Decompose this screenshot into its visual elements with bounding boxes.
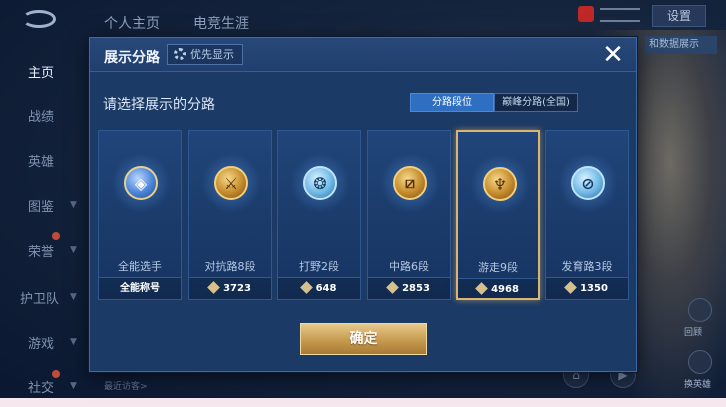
lane-points: 3723 — [223, 283, 251, 294]
points-icon — [207, 281, 220, 294]
priority-label: 优先显示 — [190, 48, 234, 61]
lane-name: 全能选手 — [118, 260, 162, 273]
lane-points: 2853 — [402, 283, 430, 294]
lane-name: 打野2段 — [299, 260, 339, 273]
display-lane-dialog: 展示分路 优先显示 ✕ 请选择展示的分路 分路段位 巅峰分路(全国) ◈ 全能选… — [89, 37, 637, 372]
points-icon — [475, 282, 488, 295]
back-logo-icon[interactable] — [22, 10, 56, 28]
chevron-down-icon: ▼ — [70, 381, 77, 391]
swap-hero-label: 换英雄 — [684, 380, 712, 390]
lane-footer: 2853 — [368, 277, 450, 299]
tab-lane-rank[interactable]: 分路段位 — [410, 93, 494, 112]
points-icon — [386, 281, 399, 294]
swap-hero-icon[interactable] — [688, 350, 712, 374]
priority-display-button[interactable]: 优先显示 — [167, 44, 243, 65]
chevron-down-icon: ▼ — [70, 292, 77, 302]
notification-dot — [52, 232, 60, 240]
dialog-title: 展示分路 — [104, 50, 160, 66]
chevron-down-icon: ▼ — [70, 337, 77, 347]
points-icon — [564, 281, 577, 294]
lane-footer-text: 全能称号 — [120, 283, 160, 294]
vip-avatar — [578, 6, 594, 22]
jungle-badge-icon: ❂ — [303, 166, 337, 200]
lane-name: 中路6段 — [389, 260, 429, 273]
roam-badge-icon: ♆ — [483, 167, 517, 201]
lane-card-farm[interactable]: ⊘ 发育路3段 1350 — [545, 130, 629, 300]
player-name-bar — [600, 8, 640, 22]
top-bar: 个人主页 电竞生涯 设置 和数据展示 — [0, 0, 726, 54]
lane-name: 游走9段 — [478, 261, 518, 274]
lane-footer: 1350 — [546, 277, 628, 299]
farm-lane-badge-icon: ⊘ — [571, 166, 605, 200]
lane-card-jungle[interactable]: ❂ 打野2段 648 — [277, 130, 361, 300]
confirm-button[interactable]: 确定 — [300, 323, 427, 355]
sidebar-item-home[interactable]: 主页 — [28, 62, 54, 81]
gear-icon — [174, 48, 186, 60]
chevron-down-icon: ▼ — [70, 200, 77, 210]
lane-card-clash[interactable]: ⚔ 对抗路8段 3723 — [188, 130, 272, 300]
review-label: 回顾 — [684, 328, 703, 338]
chevron-down-icon: ▼ — [70, 245, 77, 255]
sidebar-item-honor[interactable]: 荣誉 — [28, 241, 54, 260]
recent-visitors-link[interactable]: 最近访客> — [104, 379, 148, 392]
lane-footer: 3723 — [189, 277, 271, 299]
sidebar-item-heroes[interactable]: 英雄 — [28, 151, 54, 170]
data-display-banner[interactable]: 和数据展示 — [645, 36, 717, 54]
lane-name: 发育路3段 — [561, 260, 613, 273]
lane-points: 4968 — [491, 284, 519, 295]
lane-card-roam[interactable]: ♆ 游走9段 4968 — [456, 130, 540, 300]
sidebar-item-records[interactable]: 战绩 — [28, 106, 54, 125]
sidebar-item-social[interactable]: 社交 — [28, 377, 54, 396]
lane-card-allround[interactable]: ◈ 全能选手 全能称号 — [98, 130, 182, 300]
lane-name: 对抗路8段 — [204, 260, 256, 273]
sidebar-item-guard[interactable]: 护卫队 — [20, 288, 59, 307]
dialog-header: 展示分路 优先显示 ✕ — [90, 38, 636, 72]
lane-footer: 648 — [278, 277, 360, 299]
allround-badge-icon: ◈ — [124, 166, 158, 200]
lane-points: 1350 — [580, 283, 608, 294]
points-icon — [299, 281, 313, 294]
close-icon[interactable]: ✕ — [600, 42, 626, 68]
lane-footer: 4968 — [458, 278, 538, 298]
sidebar-item-games[interactable]: 游戏 — [28, 333, 54, 352]
tab-esports-career[interactable]: 电竞生涯 — [193, 13, 249, 33]
bottom-strip — [0, 398, 726, 407]
lane-points: 648 — [315, 283, 337, 294]
tab-personal-home[interactable]: 个人主页 — [104, 13, 160, 33]
lane-footer: 全能称号 — [99, 277, 181, 299]
review-icon[interactable] — [688, 298, 712, 322]
tab-peak-lane-national[interactable]: 巅峰分路(全国) — [494, 93, 578, 112]
sidebar: 主页 战绩 英雄 图鉴 ▼ 荣誉 ▼ 护卫队 ▼ 游戏 ▼ 社交 ▼ — [0, 50, 88, 407]
select-lane-prompt: 请选择展示的分路 — [103, 97, 215, 113]
mid-lane-badge-icon: ⧄ — [393, 166, 427, 200]
settings-button[interactable]: 设置 — [652, 5, 706, 27]
sidebar-item-codex[interactable]: 图鉴 — [28, 196, 54, 215]
lane-card-mid[interactable]: ⧄ 中路6段 2853 — [367, 130, 451, 300]
clash-lane-badge-icon: ⚔ — [214, 166, 248, 200]
